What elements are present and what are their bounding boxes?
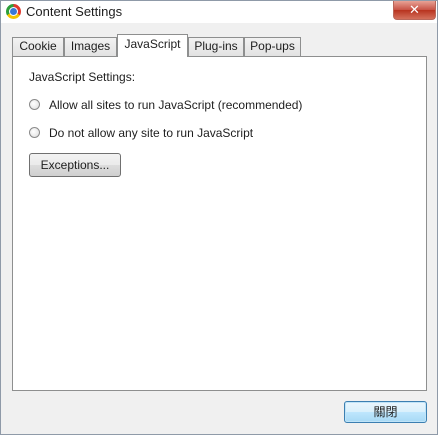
content-settings-dialog: Content Settings ✕ Cookie Images JavaScr… [0, 0, 438, 435]
radio-icon[interactable] [29, 99, 40, 110]
allow-javascript-label[interactable]: Allow all sites to run JavaScript (recom… [49, 98, 302, 112]
window-close-button[interactable]: ✕ [393, 1, 436, 20]
radio-icon[interactable] [29, 127, 40, 138]
javascript-settings-label: JavaScript Settings: [29, 70, 136, 84]
javascript-settings-panel: JavaScript Settings: Allow all sites to … [12, 56, 427, 391]
window-title: Content Settings [26, 4, 123, 19]
title-bar[interactable]: Content Settings ✕ [1, 1, 437, 23]
block-javascript-label[interactable]: Do not allow any site to run JavaScript [49, 126, 253, 140]
tab-javascript[interactable]: JavaScript [117, 34, 188, 57]
chrome-icon [6, 4, 21, 19]
tab-cookie[interactable]: Cookie [12, 37, 64, 56]
exceptions-button[interactable]: Exceptions... [29, 153, 121, 177]
close-button[interactable]: 關閉 [344, 401, 427, 423]
tab-pop-ups[interactable]: Pop-ups [244, 37, 301, 56]
tab-plug-ins[interactable]: Plug-ins [188, 37, 244, 56]
tab-images[interactable]: Images [64, 37, 117, 56]
